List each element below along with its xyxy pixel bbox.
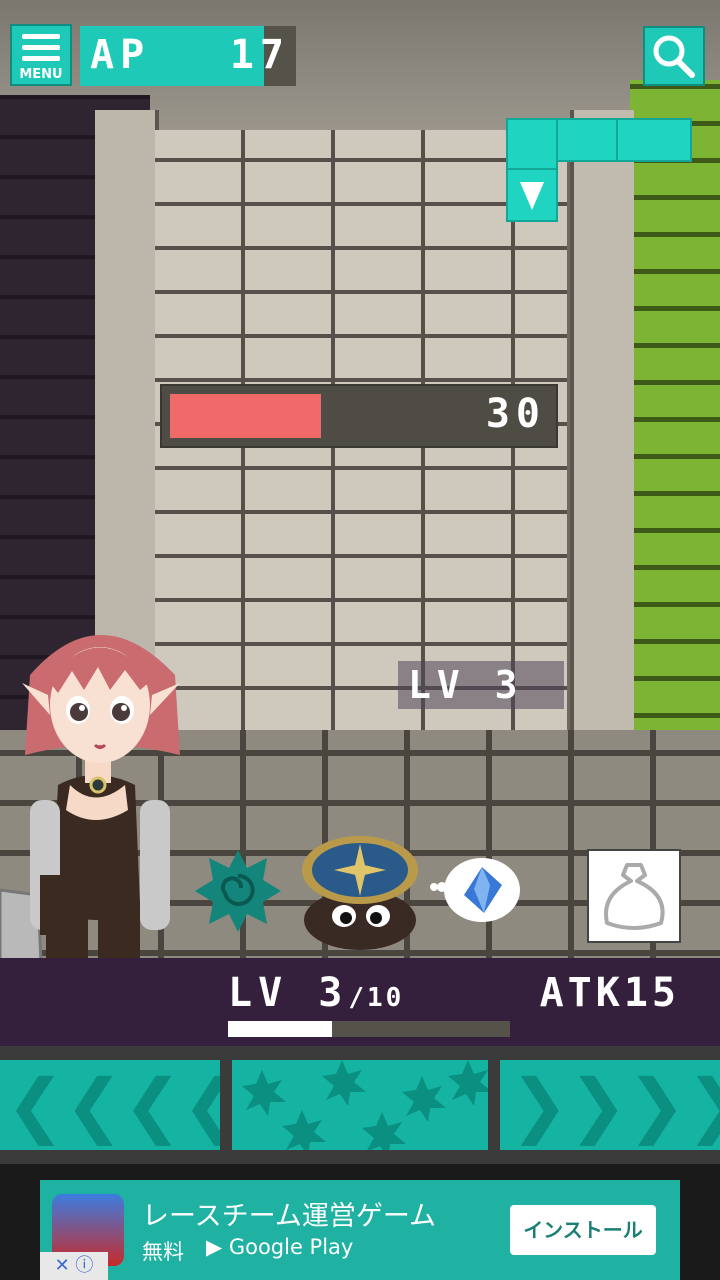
- bag-icon: [604, 863, 665, 930]
- player-direction-arrow-icon: [520, 182, 544, 210]
- player-level-value: LV 3: [228, 970, 349, 1016]
- enemy-hp-value: 30: [485, 391, 546, 437]
- turn-left-button[interactable]: ❮❮❮❮: [0, 1060, 220, 1150]
- player-level: LV 3/10: [228, 970, 404, 1016]
- ap-label: AP: [90, 32, 151, 78]
- spike-ball-item-icon[interactable]: [195, 848, 281, 934]
- player-level-max: /10: [348, 983, 405, 1013]
- exp-bar: [228, 1021, 510, 1037]
- ad-banner[interactable]: レースチーム運営ゲーム 無料 ▶ Google Play インストール ✕ ⓘ: [40, 1180, 680, 1280]
- compass-creature-icon[interactable]: [300, 830, 420, 950]
- ap-value: 17: [229, 32, 290, 78]
- action-points-display: AP 17: [80, 26, 296, 86]
- enemy-hp-bar: 30: [160, 384, 558, 448]
- minimap[interactable]: [506, 118, 692, 222]
- menu-icon-bar: [22, 45, 60, 50]
- search-button[interactable]: [643, 26, 705, 86]
- ad-title[interactable]: レースチーム運営ゲーム: [142, 1194, 436, 1233]
- item-bag-button[interactable]: [587, 849, 681, 943]
- navigation-bar: ❮❮❮❮ ❯❯❯❯: [0, 1046, 720, 1164]
- gem-thought-bubble-icon: [430, 858, 520, 922]
- menu-icon-bar: [22, 56, 60, 61]
- turn-right-button[interactable]: ❯❯❯❯: [500, 1060, 720, 1150]
- exp-bar-fill: [228, 1021, 332, 1037]
- chevron-left-icon: ❮❮❮❮: [6, 1064, 220, 1146]
- minimap-cell: [616, 118, 692, 162]
- attack-label: ATK15: [539, 970, 680, 1016]
- ad-install-button[interactable]: インストール: [510, 1205, 656, 1255]
- search-icon: [653, 35, 695, 78]
- starburst-pattern-icon: [242, 1060, 488, 1150]
- menu-icon: [22, 34, 60, 39]
- ad-close-info-icon[interactable]: ✕ ⓘ: [40, 1252, 108, 1280]
- minimap-current-cell: [506, 168, 558, 222]
- enemy-level-label: LV 3: [398, 661, 564, 709]
- play-store-icon: ▶: [206, 1235, 229, 1259]
- player-status-bar: LV 3/10 ATK15: [0, 958, 720, 1046]
- menu-label: MENU: [19, 67, 63, 82]
- enemy-hp-fill: [170, 394, 321, 438]
- move-forward-button[interactable]: [232, 1060, 488, 1150]
- ad-free-label: 無料: [142, 1240, 184, 1264]
- chevron-right-icon: ❯❯❯❯: [510, 1064, 720, 1146]
- minimap-cell: [556, 118, 618, 162]
- ad-store-name: Google Play: [228, 1235, 354, 1259]
- menu-button[interactable]: MENU: [10, 24, 72, 86]
- ad-store-label: ▶ Google Play: [206, 1235, 353, 1259]
- minimap-cell: [506, 118, 558, 170]
